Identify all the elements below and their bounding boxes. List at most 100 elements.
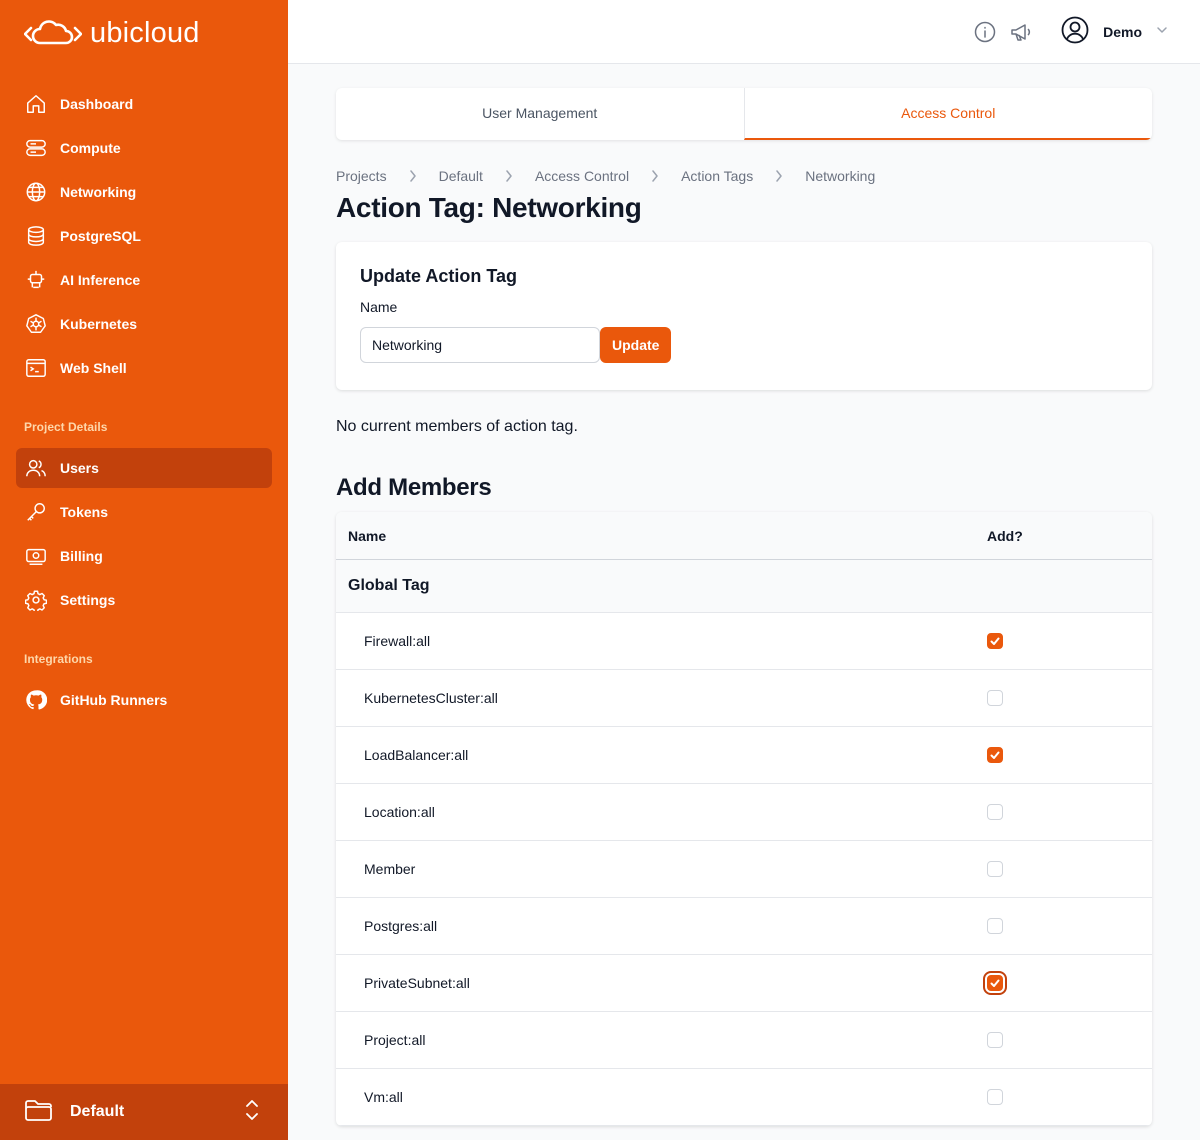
no-members-message: No current members of action tag. [336,418,578,435]
sidebar-item-kubernetes[interactable]: Kubernetes [16,304,272,344]
table-row: LoadBalancer:all [336,727,1152,784]
sidebar-item-postgresql[interactable]: PostgreSQL [16,216,272,256]
gear-icon [24,588,48,612]
robot-icon [24,268,48,292]
sidebar-item-billing[interactable]: Billing [16,536,272,576]
member-name: Project:all [364,1032,426,1048]
check-icon [990,751,1000,759]
main-content: User Management Access Control Projects … [336,88,1152,1126]
user-name: Demo [1103,24,1142,40]
add-member-checkbox[interactable] [987,975,1003,991]
sidebar-item-label: Kubernetes [60,316,138,332]
megaphone-icon[interactable] [1009,20,1033,44]
table-row: Member [336,841,1152,898]
globe-icon [24,180,48,204]
sidebar-item-tokens[interactable]: Tokens [16,492,272,532]
main-nav: Dashboard Compute Networking PostgreSQL … [16,84,272,392]
table-row: KubernetesCluster:all [336,670,1152,727]
sidebar-item-ai-inference[interactable]: AI Inference [16,260,272,300]
name-field-label: Name [360,299,398,315]
users-icon [24,456,48,480]
folder-icon [24,1097,54,1128]
breadcrumb-action-tags[interactable]: Action Tags [681,168,753,184]
member-rows: Firewall:all KubernetesCluster:all LoadBal… [336,613,1152,1126]
sidebar-item-settings[interactable]: Settings [16,580,272,620]
table-header: Name Add? [336,512,1152,560]
member-name: LoadBalancer:all [364,747,469,763]
add-members-table: Name Add? Global Tag Firewall:all Kuberne… [336,512,1152,1126]
add-member-checkbox[interactable] [987,1032,1003,1048]
integrations-heading: Integrations [24,652,93,666]
sidebar-item-label: PostgreSQL [60,228,141,244]
member-name: Postgres:all [364,918,438,934]
column-add-header: Add? [987,527,1023,544]
chevron-right-icon [505,170,513,182]
chevron-right-icon [775,170,783,182]
update-action-tag-card: Update Action Tag Name Update [336,242,1152,390]
sidebar: ubicloud Dashboard Compute Networking Po… [0,0,288,1140]
project-switcher-label: Default [70,1103,125,1120]
chevron-right-icon [409,170,417,182]
home-icon [24,92,48,116]
table-row: Firewall:all [336,613,1152,670]
add-member-checkbox[interactable] [987,861,1003,877]
brand-name: ubicloud [90,16,200,49]
project-details-heading: Project Details [24,420,108,434]
member-name: Location:all [364,804,435,820]
tab-access-control[interactable]: Access Control [743,88,1152,140]
sidebar-item-github-runners[interactable]: GitHub Runners [16,680,272,720]
info-icon[interactable] [973,20,997,44]
github-icon [24,688,48,712]
group-row-global-tag: Global Tag [336,560,1152,613]
page-title: Action Tag: Networking [336,192,642,223]
name-input[interactable] [360,327,600,363]
add-member-checkbox[interactable] [987,747,1003,763]
database-icon [24,224,48,248]
sidebar-item-web-shell[interactable]: Web Shell [16,348,272,388]
sidebar-item-label: Compute [60,140,121,156]
table-row: Project:all [336,1012,1152,1069]
ubicloud-logo[interactable]: ubicloud [24,16,200,50]
kubernetes-icon [24,312,48,336]
breadcrumb-networking[interactable]: Networking [805,168,875,184]
key-icon [24,500,48,524]
add-member-checkbox[interactable] [987,1089,1003,1105]
breadcrumb-access-control[interactable]: Access Control [535,168,629,184]
member-name: Member [364,861,416,877]
add-members-heading: Add Members [336,474,492,501]
column-name-header: Name [348,527,387,544]
breadcrumb: Projects Default Access Control Action T… [336,166,1152,186]
add-member-checkbox[interactable] [987,690,1003,706]
sidebar-item-label: Users [60,460,99,476]
sidebar-item-label: AI Inference [60,272,141,288]
user-circle-icon [1061,16,1089,49]
project-switcher[interactable]: Default [0,1084,288,1140]
sidebar-item-label: Billing [60,548,103,564]
sidebar-item-networking[interactable]: Networking [16,172,272,212]
table-row: Postgres:all [336,898,1152,955]
topbar: Demo [288,0,1200,64]
update-button[interactable]: Update [600,327,672,363]
add-member-checkbox[interactable] [987,918,1003,934]
breadcrumb-projects[interactable]: Projects [336,168,387,184]
tab-user-management[interactable]: User Management [336,88,744,140]
user-menu[interactable]: Demo [1061,16,1168,48]
integrations-nav: GitHub Runners [16,680,272,724]
cloud-logo-icon [24,20,82,45]
sidebar-item-label: Web Shell [60,360,127,376]
sidebar-item-label: Settings [60,592,116,608]
chevron-down-icon [1156,23,1168,41]
sidebar-item-compute[interactable]: Compute [16,128,272,168]
sidebar-item-users[interactable]: Users [16,448,272,488]
chevron-right-icon [651,170,659,182]
sidebar-item-dashboard[interactable]: Dashboard [16,84,272,124]
breadcrumb-default[interactable]: Default [439,168,483,184]
table-row: PrivateSubnet:all [336,955,1152,1012]
member-name: Vm:all [364,1089,403,1105]
member-name: PrivateSubnet:all [364,975,470,991]
add-member-checkbox[interactable] [987,804,1003,820]
server-icon [24,136,48,160]
check-icon [990,637,1000,645]
add-member-checkbox[interactable] [987,633,1003,649]
chevron-up-down-icon [244,1098,260,1127]
